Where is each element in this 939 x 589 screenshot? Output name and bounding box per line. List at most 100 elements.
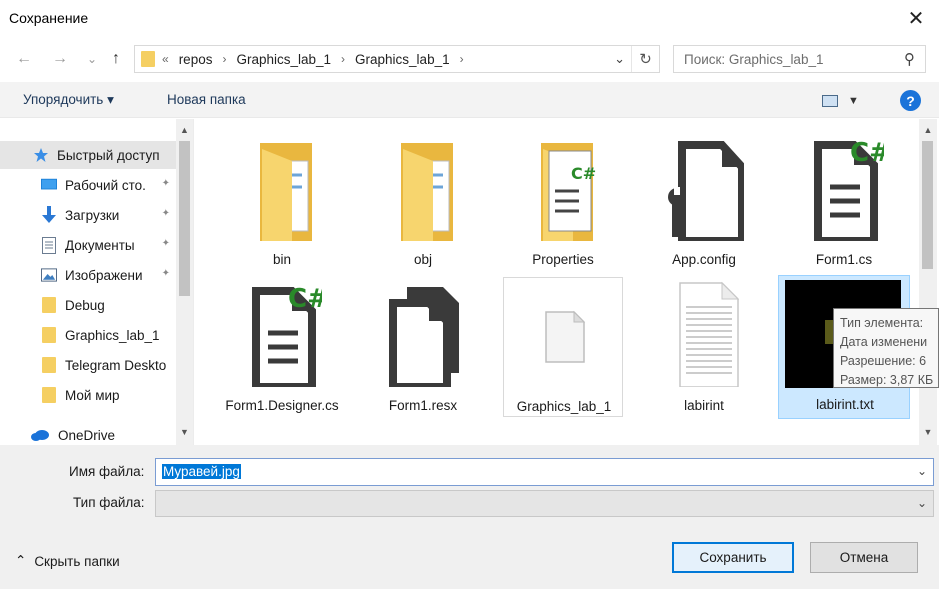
sidebar-item-desktop[interactable]: Рабочий сто. ✦ [0,171,176,199]
chevron-down-icon[interactable]: ⌄ [614,51,625,67]
desktop-icon [41,177,57,193]
file-item-app-config[interactable]: App.config [644,131,764,271]
navigation-bar: ← → ⌄ ↑ « repos › Graphics_lab_1 › Graph… [0,44,939,74]
change-view-button[interactable]: ▼ [822,91,868,111]
file-item-form1-designer[interactable]: C# Form1.Designer.cs [222,277,342,437]
pin-icon[interactable]: ✦ [162,268,170,279]
file-item-labirint[interactable]: labirint [644,277,764,417]
scroll-up-icon[interactable]: ▲ [176,121,193,139]
forward-arrow-icon[interactable]: → [48,48,72,70]
chevron-down-icon: ▼ [848,95,859,107]
sidebar-item-label: Загрузки [65,207,120,223]
scroll-down-icon[interactable]: ▼ [176,423,193,441]
file-item-label: bin [272,252,291,267]
file-list-scrollbar[interactable]: ▲ ▼ [919,119,937,445]
text-file-icon [679,281,740,387]
sidebar-item-downloads[interactable]: Загрузки ✦ [0,201,176,229]
file-item-label: Form1.Designer.cs [225,398,339,413]
breadcrumb: « repos › Graphics_lab_1 › Graphics_lab_… [162,52,474,67]
up-arrow-icon[interactable]: ↑ [104,48,128,70]
refresh-icon[interactable]: ↻ [631,46,659,72]
chevron-up-icon: ⌃ [15,553,27,568]
folder-icon [41,357,57,373]
hide-folders-button[interactable]: ⌃ Скрыть папки [15,553,120,569]
tooltip-line: Размер: 3,87 КБ [840,373,934,387]
view-icon [822,95,838,107]
folder-icon [41,297,57,313]
chevron-right-icon[interactable]: › [460,52,464,67]
breadcrumb-overflow[interactable]: « [162,52,169,67]
sidebar-item-debug[interactable]: Debug [0,291,176,319]
scroll-down-icon[interactable]: ▼ [919,423,937,441]
new-folder-button[interactable]: Новая папка [167,92,246,107]
pin-icon[interactable]: ✦ [162,178,170,189]
scrollbar-thumb[interactable] [922,141,933,269]
command-bar: Упорядочить ▾ Новая папка ▼ ? [0,82,939,118]
breadcrumb-item[interactable]: Graphics_lab_1 [355,52,450,67]
filetype-select[interactable]: ⌄ [155,490,934,517]
save-form: Имя файла: Муравей.jpg ⌄ Тип файла: ⌄ ⌃ … [0,445,939,589]
chevron-right-icon[interactable]: › [341,52,345,67]
sidebar-item-pictures[interactable]: Изображени ✦ [0,261,176,289]
sidebar-item-telegram[interactable]: Telegram Deskto [0,351,176,379]
file-item-label: Graphics_lab_1 [516,399,612,414]
scroll-up-icon[interactable]: ▲ [919,121,937,139]
sidebar-item-my-world[interactable]: Мой мир [0,381,176,409]
file-item-label: obj [413,252,432,267]
breadcrumb-item[interactable]: repos [179,52,213,67]
file-item-properties[interactable]: C# Properties [503,131,623,271]
svg-text:C#: C# [571,164,596,183]
close-icon[interactable]: ✕ [893,0,939,36]
document-icon [41,236,57,254]
file-item-form1-resx[interactable]: Form1.resx [363,277,483,417]
sidebar-item-label: Debug [65,297,105,313]
tooltip-line: Дата изменени [840,335,928,349]
recent-locations-icon[interactable]: ⌄ [80,48,104,70]
back-arrow-icon[interactable]: ← [12,48,36,70]
file-item-label: Form1.resx [388,398,458,413]
svg-text:C#: C# [850,138,884,168]
folder-icon [141,51,155,67]
file-item-label: App.config [672,252,736,267]
pin-icon[interactable]: ✦ [162,208,170,219]
scrollbar-thumb[interactable] [179,141,190,296]
tooltip-line: Разрешение: 6 [840,354,927,368]
csharp-file-icon: C# [814,138,884,241]
download-icon [41,206,57,223]
filename-value[interactable]: Муравей.jpg [162,464,241,479]
help-icon[interactable]: ? [900,90,921,111]
chevron-down-icon[interactable]: ⌄ [917,496,927,510]
filename-field[interactable]: Муравей.jpg ⌄ [155,458,934,486]
sidebar-item-label: Документы [65,237,135,253]
file-info-tooltip: Тип элемента: Дата изменени Разрешение: … [833,308,939,388]
window-title: Сохранение [9,10,89,26]
sidebar-item-graphics-lab[interactable]: Graphics_lab_1 [0,321,176,349]
hide-folders-label: Скрыть папки [34,553,120,569]
pin-icon[interactable]: ✦ [162,238,170,249]
file-item-form1-cs[interactable]: C# Form1.cs [784,131,904,271]
search-placeholder: Поиск: Graphics_lab_1 [684,52,824,67]
organize-button[interactable]: Упорядочить ▾ [23,92,114,108]
file-item-bin[interactable]: bin [222,131,342,271]
breadcrumb-item[interactable]: Graphics_lab_1 [236,52,331,67]
sidebar-item-documents[interactable]: Документы ✦ [0,231,176,259]
file-item-obj[interactable]: obj [363,131,483,271]
sidebar-item-label: Рабочий сто. [65,177,146,193]
chevron-down-icon[interactable]: ⌄ [917,464,927,478]
file-item-graphics-lab[interactable]: Graphics_lab_1 [503,277,623,417]
sidebar-item-label: Мой мир [65,387,120,403]
search-input[interactable]: Поиск: Graphics_lab_1 ⚲ [673,45,926,73]
chevron-right-icon[interactable]: › [222,52,226,67]
sidebar-item-quick-access[interactable]: Быстрый доступ [0,141,176,169]
save-button[interactable]: Сохранить [672,542,794,573]
folder-csharp-icon: C# [541,143,596,241]
file-item-label: labirint.txt [816,397,874,412]
cancel-button[interactable]: Отмена [810,542,918,573]
sidebar-item-label: Telegram Deskto [65,357,167,373]
file-list: bin obj C# Properties App.config C Form1… [196,119,922,445]
navigation-pane: Быстрый доступ Рабочий сто. ✦ Загрузки ✦… [0,119,194,445]
address-bar[interactable]: « repos › Graphics_lab_1 › Graphics_lab_… [134,45,660,73]
search-icon[interactable]: ⚲ [904,50,915,68]
sidebar-scrollbar[interactable]: ▲ ▼ [176,119,193,445]
sidebar-item-onedrive[interactable]: OneDrive [0,421,176,445]
